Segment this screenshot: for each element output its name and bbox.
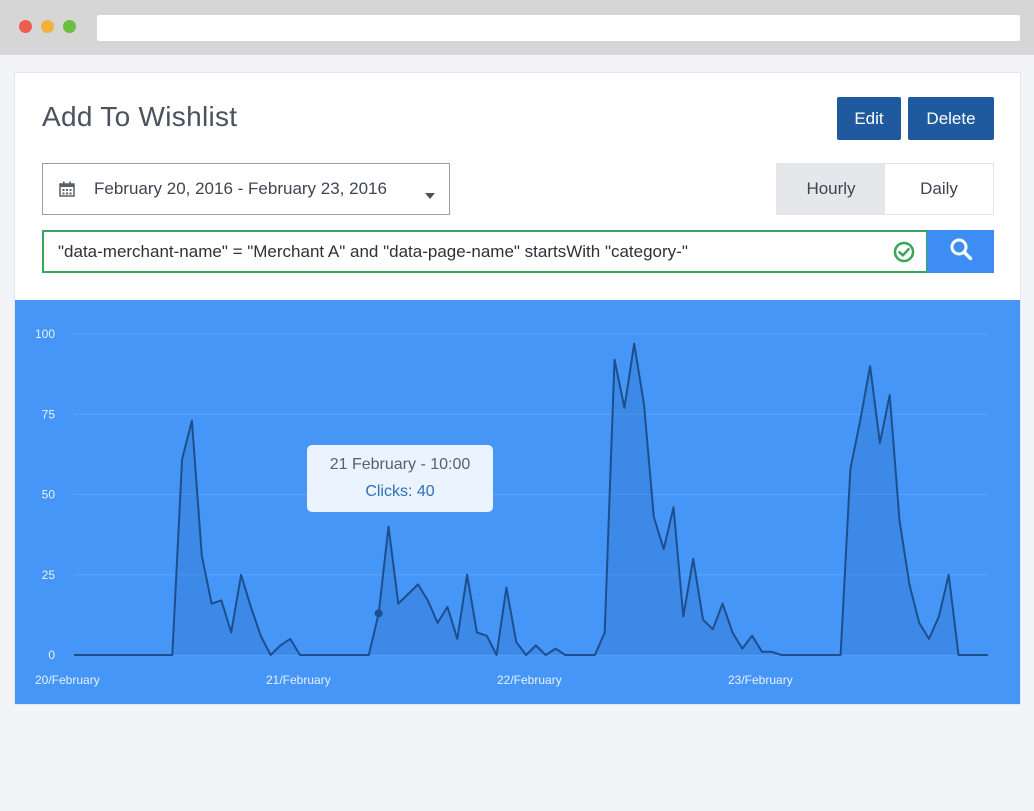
clicks-chart: 0 25 50 75 100 20/February 21/February 22/Febru… — [15, 300, 1020, 704]
tooltip-value: Clicks: 40 — [365, 483, 435, 500]
date-range-value: February 20, 2016 - February 23, 2016 — [94, 179, 387, 198]
date-range-picker[interactable]: February 20, 2016 - February 23, 2016 — [42, 163, 450, 215]
query-text: "data-merchant-name" = "Merchant A" and … — [58, 242, 688, 261]
chart-tooltip: 21 February - 10:00 Clicks: 40 — [307, 445, 493, 512]
series-area — [74, 343, 988, 655]
chart-canvas: 0 25 50 75 100 20/February 21/February 22/Febru… — [35, 327, 988, 687]
edit-button[interactable]: Edit — [837, 97, 901, 140]
y-tick-label: 100 — [35, 327, 55, 341]
y-tick-label: 0 — [48, 648, 55, 662]
hourly-button[interactable]: Hourly — [777, 164, 885, 214]
y-tick-label: 75 — [42, 407, 56, 421]
tooltip-title: 21 February - 10:00 — [329, 456, 471, 473]
search-icon — [949, 237, 973, 266]
x-tick-label: 22/February — [497, 673, 562, 687]
check-circle-icon — [893, 241, 915, 268]
daily-button[interactable]: Daily — [885, 164, 993, 214]
granularity-toggle: Hourly Daily — [776, 163, 994, 215]
highlight-point — [374, 609, 383, 618]
y-tick-label: 50 — [42, 488, 56, 502]
search-button[interactable] — [927, 230, 994, 273]
address-bar[interactable] — [97, 15, 1020, 41]
close-window-icon[interactable] — [19, 20, 32, 33]
query-input[interactable]: "data-merchant-name" = "Merchant A" and … — [42, 230, 928, 273]
report-card: Add To Wishlist Edit Delete February 20,… — [14, 72, 1021, 705]
maximize-window-icon[interactable] — [63, 20, 76, 33]
caret-down-icon — [425, 186, 435, 204]
x-tick-label: 23/February — [728, 673, 793, 687]
browser-chrome — [0, 0, 1034, 55]
delete-button[interactable]: Delete — [908, 97, 994, 140]
x-tick-label: 20/February — [35, 673, 100, 687]
calendar-icon — [59, 181, 75, 202]
x-tick-label: 21/February — [266, 673, 331, 687]
page-title: Add To Wishlist — [42, 101, 238, 132]
minimize-window-icon[interactable] — [41, 20, 54, 33]
y-tick-label: 25 — [42, 568, 56, 582]
